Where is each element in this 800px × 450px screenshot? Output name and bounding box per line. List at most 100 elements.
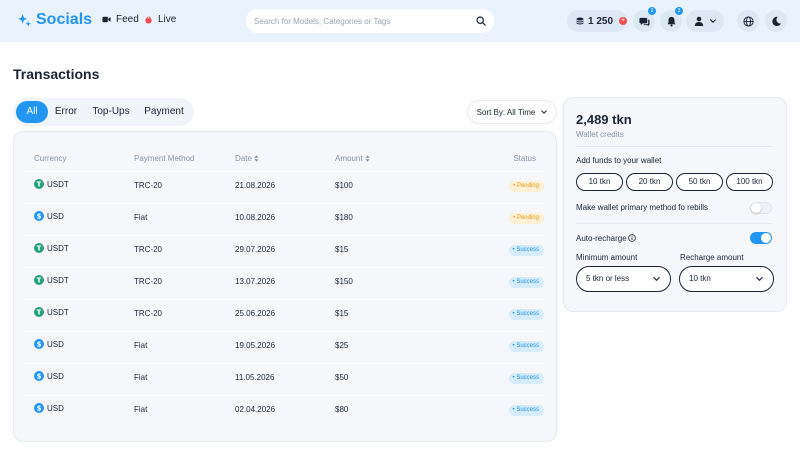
chat-icon xyxy=(638,17,650,27)
status-label: Success xyxy=(516,279,539,285)
cell-payment-method: TRC-20 xyxy=(134,309,163,318)
cell-date: 25.06.2026 xyxy=(235,309,276,318)
row-divider xyxy=(24,267,544,268)
status-label: Success xyxy=(516,407,539,413)
tether-icon: T xyxy=(34,243,44,253)
primary-method-label: Make wallet primary method fo rebills xyxy=(576,203,709,212)
notifications-button[interactable]: 3 xyxy=(660,7,683,32)
messages-button[interactable]: 2 xyxy=(633,7,656,32)
svg-text:$: $ xyxy=(37,404,42,412)
add-100-tkn-button[interactable]: 100 tkn xyxy=(726,173,773,191)
search-bar xyxy=(246,9,494,33)
nav-feed[interactable]: Feed xyxy=(102,14,139,25)
row-divider xyxy=(24,299,544,300)
cell-currency: $ USD xyxy=(34,371,64,381)
column-header-currency: Currency xyxy=(34,154,67,163)
row-divider xyxy=(24,203,544,204)
balance-value: 1 250 xyxy=(588,15,614,27)
divider xyxy=(576,146,772,147)
row-divider xyxy=(24,235,544,236)
add-funds-icon[interactable]: + xyxy=(619,17,628,25)
status-label: Success xyxy=(516,343,539,349)
sort-dropdown[interactable]: Sort By: All Time xyxy=(467,100,557,124)
add-10-tkn-button[interactable]: 10 tkn xyxy=(576,173,623,191)
status-label: Success xyxy=(516,311,539,317)
wallet-panel: 2,489 tkn Wallet credits Add funds to yo… xyxy=(563,97,787,312)
table-row[interactable]: T USDT TRC-20 21.08.2026 $100 • Pending xyxy=(24,171,544,201)
tether-icon: T xyxy=(34,275,44,285)
add-20-tkn-button[interactable]: 20 tkn xyxy=(626,173,673,191)
cell-currency: $ USD xyxy=(34,211,64,221)
recharge-amount-value: 10 tkn xyxy=(689,274,711,283)
cell-payment-method: TRC-20 xyxy=(134,277,163,286)
brand-logo[interactable]: Socials xyxy=(17,11,92,29)
svg-text:$: $ xyxy=(37,340,42,348)
column-header-amount[interactable]: Amount xyxy=(335,154,370,163)
currency-label: USD xyxy=(47,371,64,381)
nav-live-label: Live xyxy=(158,14,177,25)
top-header: Socials Feed Live 1 250 + xyxy=(0,0,800,42)
cell-payment-method: Fiat xyxy=(134,341,148,350)
tab-error[interactable]: Error xyxy=(50,101,82,123)
table-row[interactable]: $ USD Fiat 02.04.2026 $80 • Success xyxy=(24,395,544,425)
coins-icon xyxy=(576,17,584,25)
cell-amount: $150 xyxy=(335,277,353,286)
cell-currency: T USDT xyxy=(34,179,69,189)
flame-icon xyxy=(145,15,152,24)
primary-method-toggle[interactable] xyxy=(750,202,772,214)
cell-payment-method: TRC-20 xyxy=(134,181,163,190)
table-row[interactable]: $ USD Fiat 11.05.2026 $50 • Success xyxy=(24,363,544,393)
auto-recharge-label: Auto-recharge xyxy=(576,234,627,243)
table-row[interactable]: $ USD Fiat 19.05.2026 $25 • Success xyxy=(24,331,544,361)
language-button[interactable] xyxy=(737,10,759,32)
status-label: Success xyxy=(516,247,539,253)
cell-date: 11.05.2026 xyxy=(235,373,275,382)
table-row[interactable]: T USDT TRC-20 25.06.2026 $15 • Success xyxy=(24,299,544,329)
svg-text:T: T xyxy=(37,180,42,188)
status-badge: • Success xyxy=(508,405,544,416)
sort-label: Sort By: All Time xyxy=(476,107,536,117)
column-header-date-label: Date xyxy=(235,154,252,163)
column-header-status: Status xyxy=(513,154,536,163)
column-header-date[interactable]: Date xyxy=(235,154,259,163)
tab-all[interactable]: All xyxy=(16,101,48,123)
tab-top-ups[interactable]: Top-Ups xyxy=(86,101,136,123)
auto-recharge-toggle[interactable] xyxy=(750,232,772,244)
nav-live[interactable]: Live xyxy=(144,14,176,25)
cell-date: 02.04.2026 xyxy=(235,405,276,414)
profile-menu-button[interactable] xyxy=(686,10,724,32)
cell-payment-method: Fiat xyxy=(134,213,148,222)
currency-label: USDT xyxy=(47,243,69,253)
column-header-method: Payment Method xyxy=(134,154,195,163)
table-row[interactable]: T USDT TRC-20 29.07.2026 $15 • Success xyxy=(24,235,544,265)
status-badge: • Success xyxy=(508,341,544,352)
recharge-amount-select[interactable]: 10 tkn xyxy=(679,266,774,292)
tether-icon: T xyxy=(34,307,44,317)
messages-badge: 2 xyxy=(648,7,656,15)
toggle-knob xyxy=(751,203,761,213)
globe-icon xyxy=(742,15,754,27)
chevron-down-icon xyxy=(756,276,763,282)
notifications-badge: 3 xyxy=(675,7,683,15)
table-row[interactable]: $ USD Fiat 10.08.2026 $180 • Pending xyxy=(24,203,544,233)
wallet-subtitle: Wallet credits xyxy=(576,130,624,139)
column-header-amount-label: Amount xyxy=(335,154,363,163)
status-badge: • Pending xyxy=(509,213,544,224)
add-50-tkn-button[interactable]: 50 tkn xyxy=(676,173,723,191)
wallet-amount: 2,489 tkn xyxy=(576,112,632,127)
table-row[interactable]: T USDT TRC-20 13.07.2026 $150 • Success xyxy=(24,267,544,297)
search-input[interactable] xyxy=(254,9,469,33)
theme-toggle-button[interactable] xyxy=(765,10,787,32)
token-balance[interactable]: 1 250 + xyxy=(567,10,628,32)
svg-text:T: T xyxy=(37,244,42,252)
min-amount-value: 5 tkn or less xyxy=(586,274,630,283)
search-icon[interactable] xyxy=(476,16,486,26)
transactions-table: Currency Payment Method Date Amount Stat… xyxy=(13,131,557,442)
divider xyxy=(576,223,772,224)
tab-payment[interactable]: Payment xyxy=(138,101,190,123)
currency-label: USD xyxy=(47,403,64,413)
min-amount-select[interactable]: 5 tkn or less xyxy=(576,266,671,292)
row-divider xyxy=(24,171,544,172)
nav-feed-label: Feed xyxy=(116,14,139,25)
info-icon[interactable] xyxy=(628,234,636,242)
